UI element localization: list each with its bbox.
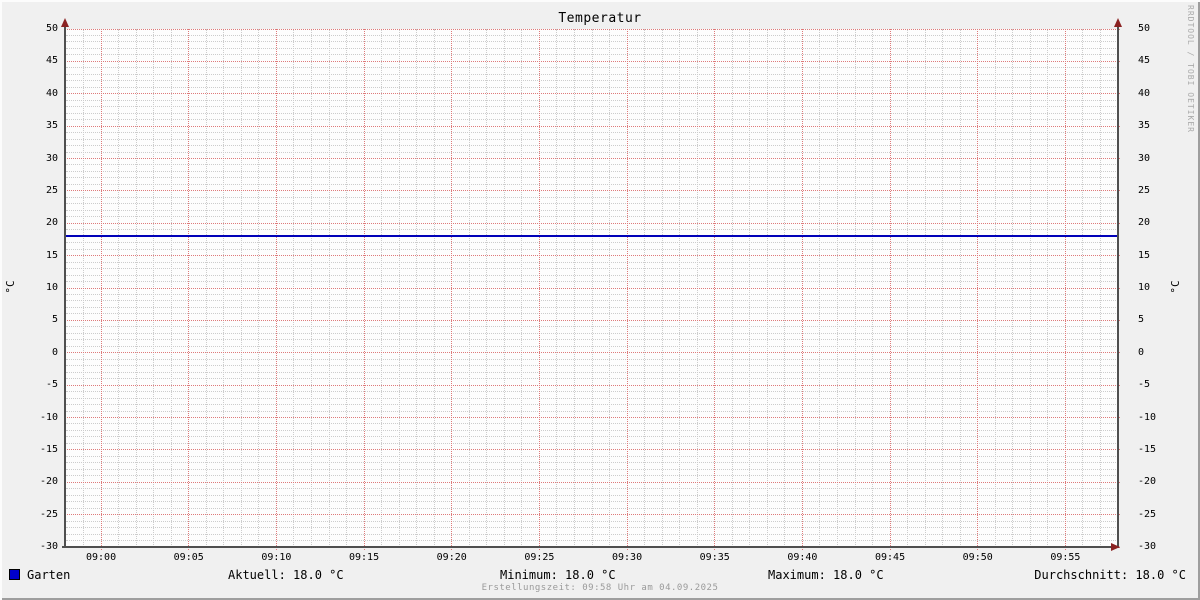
y-axis-left-arrow-icon	[61, 18, 69, 27]
gridline-major-h	[64, 287, 1120, 289]
y-tick-label-right: 5	[1138, 314, 1145, 326]
gridline-major-h	[64, 481, 1120, 483]
stat-durchschnitt: Durchschnitt: 18.0 °C	[1034, 568, 1186, 582]
y-tick-label-left: 35	[45, 120, 58, 132]
x-tick-label: 09:15	[349, 552, 380, 563]
y-tick-label-left: -25	[39, 508, 58, 520]
creation-timestamp: Erstellungszeit: 09:58 Uhr am 04.09.2025	[481, 583, 719, 593]
y-tick-label-right: 20	[1138, 217, 1151, 229]
y-tick-label-left: 30	[45, 152, 58, 164]
x-tick-label: 09:00	[86, 552, 117, 563]
gridline-major-v	[538, 29, 540, 550]
gridline-major-v	[1064, 29, 1066, 550]
gridline-major-h	[64, 417, 1120, 418]
y-tick-label-left: 0	[51, 346, 58, 358]
gridline-major-h	[64, 352, 1120, 354]
stat-maximum: Maximum: 18.0 °C	[768, 568, 884, 582]
y-tick-label-left: -10	[39, 411, 58, 423]
y-tick-label-left: 10	[45, 282, 58, 293]
y-axis-right	[1117, 22, 1119, 548]
y-tick-label-right: -5	[1138, 379, 1151, 391]
x-tick-label: 09:45	[875, 552, 906, 563]
y-axis-left	[64, 22, 66, 548]
y-tick-label-left: 5	[51, 314, 58, 326]
rrdtool-graph: Temperatur RRDTOOL / TOBI OETIKER °C °C …	[0, 0, 1200, 600]
y-tick-label-left: 45	[45, 55, 58, 67]
y-tick-label-right: 25	[1138, 184, 1151, 196]
x-tick-label: 09:10	[261, 552, 292, 563]
gridline-major-v	[451, 29, 453, 550]
gridline-major-h	[64, 319, 1120, 321]
y-tick-label-right: 0	[1138, 346, 1145, 358]
gridline-major-v	[801, 29, 803, 550]
gridline-major-h	[64, 222, 1120, 224]
gridline-major-v	[363, 29, 365, 550]
y-tick-label-left: -30	[39, 541, 58, 552]
y-tick-label-right: 35	[1138, 120, 1151, 132]
y-tick-label-right: -10	[1138, 411, 1157, 423]
gridline-major-h	[64, 255, 1120, 257]
x-tick-label: 09:35	[699, 552, 730, 563]
y-tick-label-right: -30	[1138, 541, 1157, 552]
gridline-major-h	[64, 514, 1120, 516]
y-axis-right-arrow-icon	[1114, 18, 1122, 27]
y-tick-label-left: -20	[39, 476, 58, 488]
y-tick-label-left: -15	[39, 443, 58, 455]
gridline-major-v	[714, 29, 716, 550]
y-tick-label-right: 10	[1138, 282, 1151, 293]
gridline-major-h	[64, 449, 1120, 451]
x-tick-label: 09:50	[962, 552, 993, 563]
gridline-major-v	[977, 29, 979, 550]
gridline-major-h	[64, 158, 1120, 159]
x-tick-label: 09:25	[524, 552, 555, 563]
gridline-major-v	[889, 29, 891, 550]
y-tick-label-left: 15	[45, 249, 58, 261]
gridline-major-h	[64, 190, 1120, 192]
x-tick-label: 09:05	[173, 552, 204, 563]
stat-minimum: Minimum: 18.0 °C	[500, 568, 616, 582]
y-tick-label-left: 25	[45, 184, 58, 196]
x-axis	[62, 546, 1112, 548]
gridline-major-h	[64, 384, 1120, 386]
x-tick-label: 09:55	[1050, 552, 1081, 563]
gridline-major-v	[275, 29, 277, 550]
gridline-major-v	[626, 29, 628, 550]
x-tick-label: 09:40	[787, 552, 818, 563]
x-axis-arrow-icon	[1111, 543, 1120, 551]
gridline-major-h	[64, 28, 1120, 30]
legend-label-garten: Garten	[27, 568, 71, 582]
y-tick-label-left: 20	[45, 217, 58, 229]
y-tick-label-left: 50	[45, 23, 58, 34]
x-tick-label: 09:20	[436, 552, 467, 563]
y-tick-label-right: 30	[1138, 152, 1151, 164]
y-tick-label-left: 40	[45, 87, 58, 99]
gridline-major-v	[100, 29, 102, 550]
gridline-major-h	[64, 125, 1120, 127]
gridline-major-h	[64, 60, 1120, 62]
gridline-major-h	[64, 93, 1120, 95]
y-tick-label-left: -5	[45, 379, 58, 391]
y-tick-label-right: -25	[1138, 508, 1157, 520]
y-tick-label-right: 50	[1138, 23, 1151, 34]
x-tick-label: 09:30	[612, 552, 643, 563]
y-axis-unit-left: °C	[4, 280, 17, 294]
chart-title: Temperatur	[558, 11, 642, 26]
rrdtool-watermark: RRDTOOL / TOBI OETIKER	[1186, 5, 1195, 133]
gridline-major-v	[188, 29, 190, 550]
stat-aktuell: Aktuell: 18.0 °C	[228, 568, 344, 582]
y-tick-label-right: -15	[1138, 443, 1157, 455]
series-line-garten	[66, 235, 1118, 238]
y-tick-label-right: 15	[1138, 249, 1151, 261]
y-tick-label-right: -20	[1138, 476, 1157, 488]
legend-swatch-garten	[9, 569, 20, 580]
y-tick-label-right: 40	[1138, 87, 1151, 99]
y-tick-label-right: 45	[1138, 55, 1151, 67]
